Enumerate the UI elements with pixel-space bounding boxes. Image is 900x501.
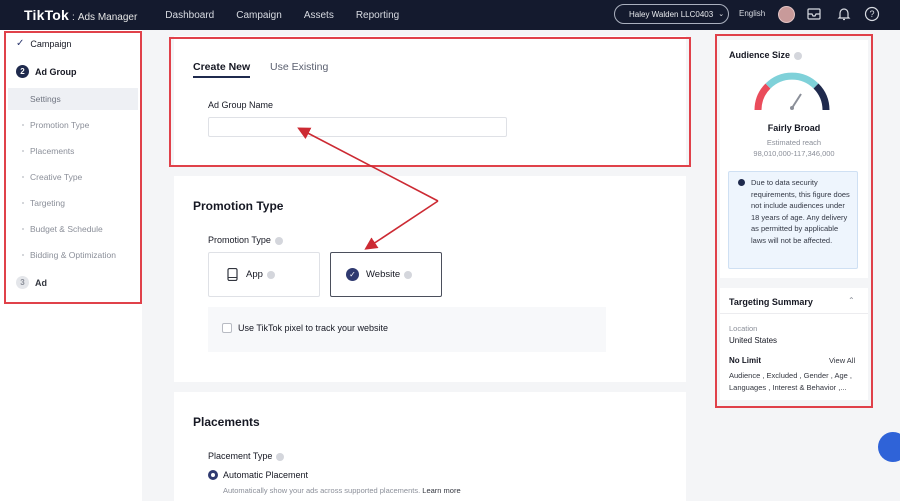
arrow-to-website-option bbox=[364, 200, 439, 250]
highlight-box bbox=[715, 34, 873, 408]
chat-support-button[interactable] bbox=[878, 432, 900, 462]
arrow-to-name-input bbox=[297, 127, 439, 202]
